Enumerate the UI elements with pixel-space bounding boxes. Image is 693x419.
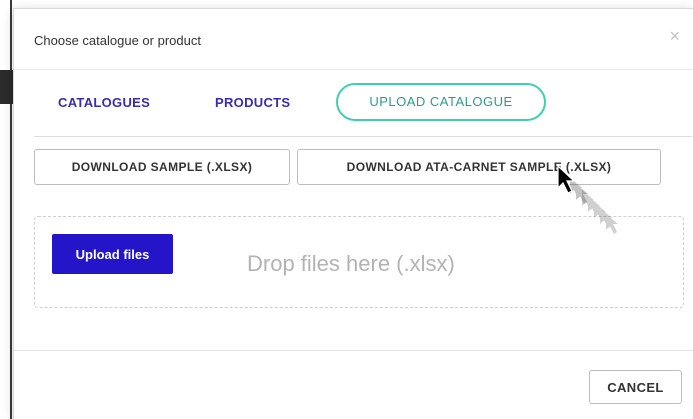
modal-title: Choose catalogue or product: [34, 33, 201, 48]
close-icon[interactable]: ×: [669, 27, 680, 45]
cancel-button[interactable]: CANCEL: [589, 370, 682, 404]
download-ata-carnet-sample-button[interactable]: DOWNLOAD ATA-CARNET SAMPLE (.XLSX): [297, 149, 661, 185]
dropzone-hint: Drop files here (.xlsx): [247, 251, 455, 276]
tab-products[interactable]: PRODUCTS: [215, 85, 290, 121]
file-dropzone[interactable]: Upload files Drop files here (.xlsx): [34, 216, 684, 308]
download-sample-button[interactable]: DOWNLOAD SAMPLE (.XLSX): [34, 149, 290, 185]
backdrop-border-line: [10, 0, 12, 419]
backdrop-dark-block: [0, 70, 13, 104]
choose-catalogue-modal: Choose catalogue or product × CATALOGUES…: [13, 8, 693, 419]
upload-files-button[interactable]: Upload files: [52, 234, 173, 274]
modal-header: Choose catalogue or product ×: [14, 9, 693, 70]
modal-tabs: CATALOGUES PRODUCTS UPLOAD CATALOGUE: [34, 83, 692, 137]
tab-upload-catalogue[interactable]: UPLOAD CATALOGUE: [336, 83, 546, 121]
footer-divider: [14, 350, 693, 351]
tab-catalogues[interactable]: CATALOGUES: [58, 85, 150, 121]
